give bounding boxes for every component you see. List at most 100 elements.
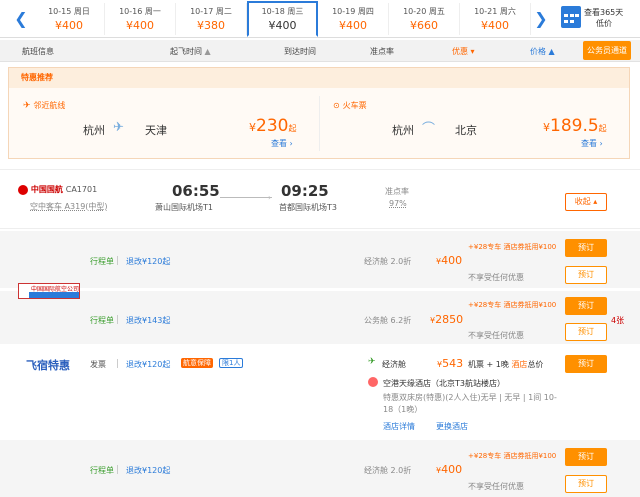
cabin-class: 公务舱 6.2折 — [364, 316, 412, 325]
date-tab[interactable]: 10-16 周一 ¥400 — [105, 3, 176, 35]
train-icon: ⊙ — [333, 101, 340, 110]
date-price: ¥380 — [197, 19, 225, 32]
route-line — [220, 197, 272, 198]
promo-text: +¥28专车 酒店券抵用¥100 — [468, 243, 557, 251]
combo-flight-night: 机票 + 1晚 — [468, 360, 509, 369]
itinerary-label: 行程单 — [90, 316, 114, 325]
plane-icon: ✈ — [368, 357, 376, 367]
divider — [117, 256, 118, 265]
sort-arrow-icon: ▲ — [548, 47, 555, 56]
price-value: 2850 — [435, 313, 464, 326]
currency: ¥ — [249, 121, 256, 134]
chevron-left-icon[interactable]: ❮ — [4, 0, 38, 38]
book-button[interactable]: 预订 — [565, 239, 607, 257]
book-button-secondary[interactable]: 预订 — [565, 266, 607, 284]
dropdown-icon: ▾ — [470, 47, 475, 56]
sort-price[interactable]: 价格 ▲ — [530, 46, 555, 57]
offer-price: ¥400 — [436, 463, 462, 476]
date-label: 10-15 周日 — [48, 7, 90, 16]
chevron-right-icon[interactable]: ❯ — [524, 0, 558, 38]
date-label: 10-20 周五 — [403, 7, 445, 16]
book-button[interactable]: 预订 — [565, 448, 607, 466]
view-train-link[interactable]: 查看 › — [581, 138, 603, 149]
refund-policy-link[interactable]: 退改¥120起 — [126, 256, 170, 267]
itinerary-label: 行程单 — [90, 257, 114, 266]
date-tab[interactable]: 10-19 周四 ¥400 — [318, 3, 389, 35]
refund-policy-link[interactable]: 退改¥120起 — [126, 359, 170, 370]
calendar-icon[interactable] — [561, 6, 581, 28]
date-tab-active[interactable]: 10-18 周三 ¥400 — [247, 1, 318, 37]
sort-depart-time[interactable]: 起飞时间 ▲ — [170, 46, 211, 57]
price-value: 189.5 — [550, 116, 599, 136]
sort-header: 航班信息 起飞时间 ▲ 到达时间 准点率 优惠 ▾ 价格 ▲ — [0, 40, 640, 62]
price-value: 543 — [442, 357, 464, 370]
no-discount-note: 不享受任何优惠 — [468, 273, 524, 282]
promo-panel: 特惠推荐 ✈ 邻近航线 杭州 ✈ 天津 ¥230起 查看 › ⊙ 火车票 杭州 … — [8, 67, 630, 159]
aircraft-type[interactable]: 空中客车 A319(中型) — [30, 201, 108, 212]
date-price: ¥400 — [268, 19, 297, 32]
date-label: 10-18 周三 — [261, 7, 304, 16]
insurance-tag-label: 航意保障 — [181, 358, 213, 368]
package-combo: 机票 + 1晚 酒店总价 — [468, 359, 543, 370]
plane-icon: ✈ — [23, 101, 31, 111]
date-tab[interactable]: 10-17 周二 ¥380 — [176, 3, 247, 35]
price-value: 400 — [441, 463, 463, 476]
flight-number: CA1701 — [65, 185, 98, 194]
date-tab[interactable]: 10-21 周六 ¥400 — [460, 3, 531, 35]
divider — [117, 465, 118, 474]
arrow-right-icon: › — [268, 193, 272, 202]
itinerary-label: 行程单 — [90, 466, 114, 475]
date-bar: ❮ 10-15 周日 ¥400 10-16 周一 ¥400 10-17 周二 ¥… — [0, 0, 640, 38]
train-icon: ⌒ — [422, 122, 436, 137]
divider — [117, 315, 118, 324]
on-time-label: 准点率 — [385, 187, 409, 196]
train-label-wrap: ⊙ 火车票 — [333, 100, 367, 111]
limit-tag: 限1人 — [219, 358, 244, 368]
sort-discount[interactable]: 优惠 ▾ — [452, 46, 475, 57]
date-tab[interactable]: 10-15 周日 ¥400 — [34, 3, 105, 35]
depart-airport: 萧山国际机场T1 — [155, 203, 213, 212]
offer-price: ¥400 — [436, 254, 462, 267]
hotel-name: 空港天缘酒店（北京T3航站楼店） — [383, 379, 505, 388]
calendar-label-1: 查看365天 — [584, 8, 624, 17]
view-route-link[interactable]: 查看 › — [271, 138, 293, 149]
calendar-low-price-link[interactable]: 查看365天 低价 — [584, 7, 640, 29]
nearby-route-label: 邻近航线 — [33, 101, 66, 110]
on-time-value: 97% — [389, 199, 407, 208]
book-button-secondary[interactable]: 预订 — [565, 323, 607, 341]
gov-channel-button[interactable]: 公务员通道 — [583, 41, 631, 60]
arrive-time: 09:25 — [281, 182, 329, 200]
date-label: 10-19 周四 — [332, 7, 374, 16]
train-label: 火车票 — [342, 101, 367, 110]
book-button[interactable]: 预订 — [565, 355, 607, 373]
sort-arrive-time[interactable]: 到达时间 — [284, 46, 316, 57]
hotel-detail-link[interactable]: 酒店详情 — [383, 421, 415, 432]
refund-policy-link[interactable]: 退改¥143起 — [126, 315, 170, 326]
provider-name: 飞宿特惠 — [26, 359, 70, 372]
train-price: ¥189.5起 — [543, 116, 607, 136]
refund-policy-link[interactable]: 退改¥120起 — [126, 465, 170, 476]
no-discount-note: 不享受任何优惠 — [468, 331, 524, 340]
date-label: 10-17 周二 — [190, 7, 232, 16]
date-tab[interactable]: 10-20 周五 ¥660 — [389, 3, 460, 35]
sort-on-time[interactable]: 准点率 — [370, 46, 394, 57]
book-button[interactable]: 预订 — [565, 297, 607, 315]
book-button-secondary[interactable]: 预订 — [565, 475, 607, 493]
date-price: ¥400 — [126, 19, 154, 32]
price-value: 230 — [256, 116, 289, 136]
train-from: 杭州 — [392, 124, 414, 137]
cabin-class: 经济舱 2.0折 — [364, 466, 412, 475]
date-price: ¥660 — [410, 19, 438, 32]
promo-text: +¥28专车 酒店券抵用¥100 — [468, 452, 557, 460]
nearby-route-label-wrap: ✈ 邻近航线 — [23, 100, 65, 111]
route-to: 天津 — [145, 124, 167, 137]
collapse-button[interactable]: 收起 ▴ — [565, 193, 607, 211]
date-price: ¥400 — [481, 19, 509, 32]
change-hotel-link[interactable]: 更换酒店 — [436, 421, 468, 432]
promo-title: 特惠推荐 — [9, 68, 629, 88]
train-to: 北京 — [455, 124, 477, 137]
hotel-desc-2: 18（1晚） — [383, 405, 423, 414]
air-china-provider-logo: 中国国际航空公司 — [18, 283, 80, 299]
divider — [117, 359, 118, 368]
price-value: 400 — [441, 254, 463, 267]
